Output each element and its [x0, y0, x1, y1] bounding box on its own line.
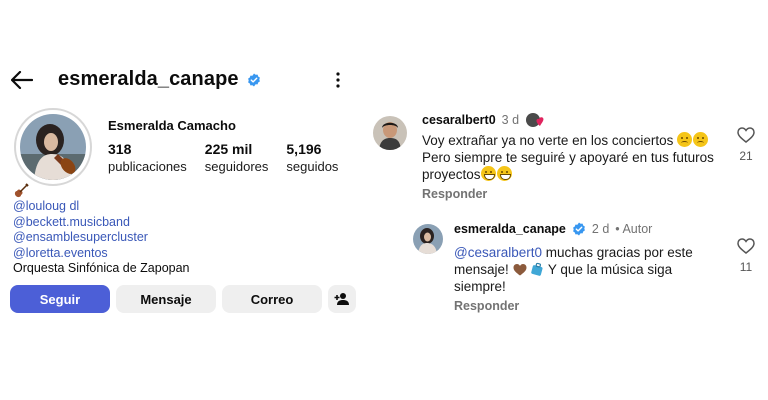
reply-header: esmeralda_canape 2 d • Autor [454, 222, 652, 236]
stat-following-value: 5,196 [286, 141, 322, 157]
comment-username[interactable]: cesaralbert0 [422, 113, 496, 127]
heart-outline-icon [737, 238, 755, 254]
reply-username[interactable]: esmeralda_canape [454, 222, 566, 236]
author-tag: • Autor [615, 222, 653, 236]
comment-text-part: Voy extrañar ya no verte en los conciert… [422, 133, 674, 148]
mention-link[interactable]: @cesaralbert0 [454, 245, 542, 260]
liked-by-author-icon [526, 113, 544, 127]
bio-link-4[interactable]: @loretta.eventos [13, 246, 190, 262]
reply-button[interactable]: Responder [422, 187, 487, 201]
violin-emoji-icon [14, 183, 29, 198]
like-comment-button[interactable]: 21 [736, 127, 756, 163]
profile-avatar[interactable] [14, 108, 92, 186]
reply-avatar[interactable] [413, 224, 443, 254]
comment-avatar[interactable] [373, 116, 407, 150]
profile-username-row: esmeralda_canape [58, 68, 261, 91]
bio-link-2[interactable]: @beckett.musicband [13, 215, 190, 231]
comment-text-part: Pero siempre te seguiré y apoyaré en tus… [422, 150, 714, 182]
reply-time: 2 d [591, 222, 610, 236]
verified-badge-icon [247, 73, 260, 86]
profile-actions: Seguir Mensaje Correo [10, 285, 356, 313]
more-options-button[interactable] [328, 68, 348, 92]
message-button[interactable]: Mensaje [116, 285, 216, 313]
bio-text: Orquesta Sinfónica de Zapopan [13, 261, 190, 275]
stat-following[interactable]: 5,196 seguidos [286, 141, 338, 175]
luggage-emoji-icon [531, 262, 543, 276]
follow-button[interactable]: Seguir [10, 285, 110, 313]
stat-following-label: seguidos [286, 159, 339, 174]
add-user-button[interactable] [328, 285, 356, 313]
stat-followers[interactable]: 225 mil seguidores [205, 141, 269, 175]
bio-link-1[interactable]: @louloug dl [13, 199, 190, 215]
stat-followers-label: seguidores [204, 159, 269, 174]
like-count: 11 [739, 260, 753, 274]
sad-emoji-icon [677, 132, 693, 147]
stat-posts[interactable]: 318 publicaciones [108, 141, 187, 175]
profile-bio: @louloug dl @beckett.musicband @ensamble… [13, 183, 190, 277]
grin-emoji-icon [496, 166, 512, 181]
profile-stats: 318 publicaciones 225 mil seguidores 5,1… [108, 141, 356, 175]
comment-header: cesaralbert0 3 d [422, 112, 547, 128]
stat-posts-label: publicaciones [108, 159, 187, 174]
stat-posts-value: 318 [108, 141, 132, 157]
sad-emoji-icon [693, 132, 709, 147]
grin-emoji-icon [480, 166, 496, 181]
reply-text: @cesaralbert0 muchas gracias por este me… [454, 244, 719, 295]
like-reply-button[interactable]: 11 [736, 238, 756, 274]
stat-followers-value: 225 mil [204, 141, 253, 157]
profile-username: esmeralda_canape [58, 68, 239, 90]
add-person-icon [334, 293, 349, 305]
comment-time: 3 d [501, 113, 520, 127]
email-button[interactable]: Correo [222, 285, 322, 313]
like-count: 21 [739, 149, 753, 163]
arrow-left-icon [11, 71, 33, 89]
avatar-image [20, 114, 86, 180]
back-button[interactable] [8, 66, 36, 94]
verified-badge-icon [572, 222, 585, 236]
reply-button[interactable]: Responder [454, 299, 519, 313]
brown-heart-emoji-icon [513, 264, 527, 276]
profile-full-name: Esmeralda Camacho [108, 118, 236, 133]
bio-link-3[interactable]: @ensamblesupercluster [13, 230, 190, 246]
comment-text: Voy extrañar ya no verte en los conciert… [422, 132, 722, 183]
heart-outline-icon [737, 127, 755, 143]
more-vertical-icon [336, 72, 340, 88]
